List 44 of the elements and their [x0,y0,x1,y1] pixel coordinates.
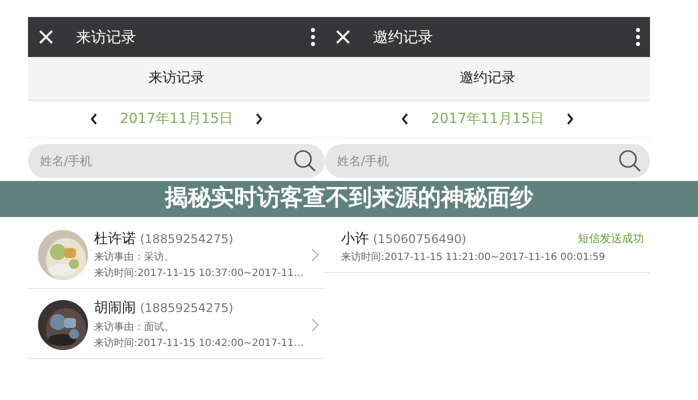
close-button[interactable] [335,29,351,45]
phone-number: (18859254275) [140,230,234,248]
banner-title: 揭秘实时访客查不到来源的神秘面纱 [165,185,533,213]
close-icon [335,29,351,45]
chevron-right-icon [255,113,264,125]
previous-day-button[interactable] [400,113,409,125]
more-button[interactable] [311,28,315,46]
record-row[interactable]: 小许 (15060756490) 短信发送成功 来访时间:2017-11-15 11:21:00~2017-11-16 00:01:59 [325,220,650,274]
status-text: 短信发送成功 [578,231,644,248]
search-field[interactable]: 姓名/手机 [28,144,325,178]
contact-name: 杜许诺 [94,230,136,249]
search-field[interactable]: 姓名/手机 [325,144,650,178]
date-label: 2017年11月15日 [120,110,234,128]
chevron-left-icon [400,113,409,125]
more-icon [636,28,640,46]
visit-time: 来访时间:2017-11-15 10:37:00~2017-11… [94,266,305,282]
close-icon [38,29,54,45]
page-heading: 来访记录 [148,69,204,88]
visit-reason: 来访事由：采访。 [94,250,175,266]
contact-name: 胡闹闹 [94,299,136,318]
chevron-right-icon [566,113,574,125]
phone-number: (15060756490) [373,230,466,248]
date-label: 2017年11月15日 [430,110,544,128]
page-heading: 邀约记录 [460,69,516,88]
chevron-left-icon [90,113,98,125]
phone-number: (18859254275) [140,300,234,317]
next-day-button[interactable] [566,113,574,125]
contact-name: 小许 [341,230,369,249]
chevron-right-icon [311,318,319,332]
record-row[interactable]: 杜许诺 (18859254275) 来访事由：采访。 来访时间:2017-11-15 10:37:00~2017-11… [28,220,325,290]
window-title: 邀约记录 [373,26,434,48]
more-icon [311,28,315,46]
visit-time: 来访时间:2017-11-15 11:21:00~2017-11-16 00:01:59 [341,250,606,266]
visit-reason: 来访事由：面试。 [94,320,175,335]
window-title: 来访记录 [76,26,137,48]
search-icon [293,149,317,173]
visit-time: 来访时间:2017-11-15 10:42:00~2017-11… [94,336,305,351]
chevron-right-icon [311,248,319,262]
next-day-button[interactable] [255,113,264,125]
previous-day-button[interactable] [90,113,98,125]
more-button[interactable] [636,28,640,46]
search-icon [618,149,642,173]
record-row[interactable]: 胡闹闹 (18859254275) 来访事由：面试。 来访时间:2017-11-15 10:42:00~2017-11… [28,289,325,359]
close-button[interactable] [38,29,54,45]
